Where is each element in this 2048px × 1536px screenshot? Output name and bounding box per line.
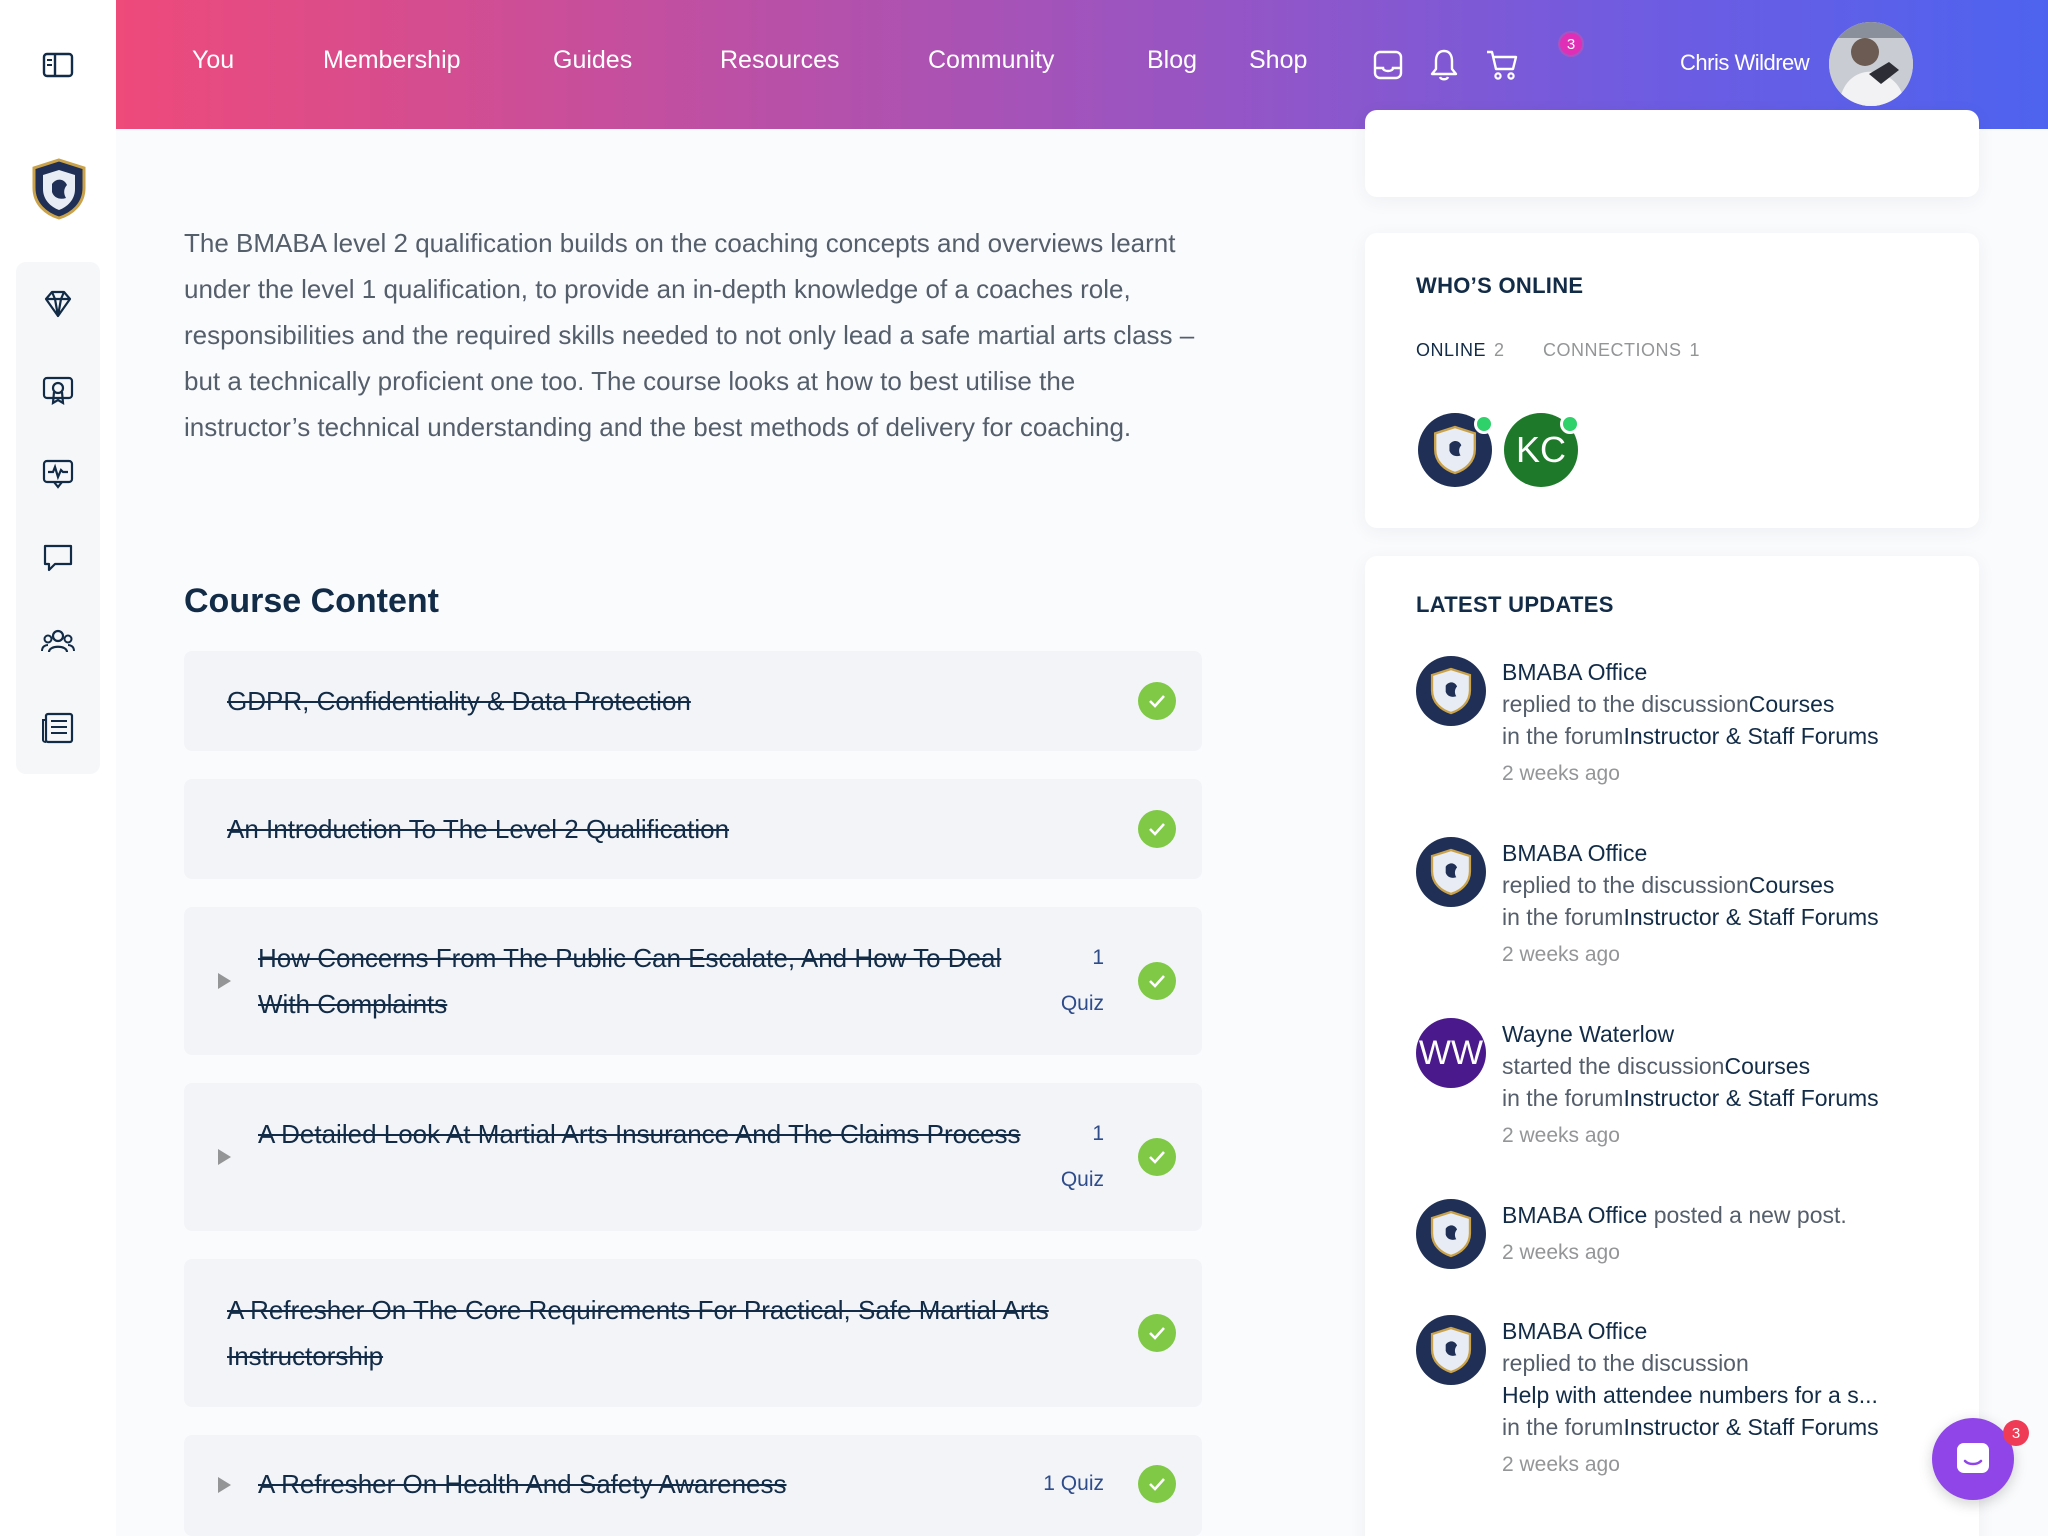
activity-forum-prefix: in the forum	[1502, 904, 1624, 930]
member-avatar[interactable]	[1416, 837, 1486, 907]
activity-author[interactable]: BMABA Office	[1502, 1202, 1647, 1228]
activity-action: replied to the discussion	[1502, 872, 1749, 898]
activity-timestamp: 2 weeks ago	[1502, 943, 1620, 966]
activity-author[interactable]: BMABA Office	[1502, 1318, 1647, 1344]
member-avatar[interactable]: WW	[1416, 1018, 1486, 1088]
course-content-heading: Course Content	[184, 582, 439, 620]
expand-arrow-icon[interactable]	[218, 1149, 231, 1165]
online-status-dot	[1560, 414, 1580, 434]
activity-target-link[interactable]: Help with attendee numbers for a s...	[1502, 1382, 1878, 1408]
activity-action: posted a new post.	[1647, 1202, 1847, 1228]
activity-action: replied to the discussion	[1502, 1350, 1749, 1376]
activity-action: replied to the discussion	[1502, 691, 1749, 717]
completed-check-icon	[1138, 810, 1176, 848]
tab-connections-count: 1	[1689, 340, 1701, 360]
activity-author[interactable]: BMABA Office	[1502, 659, 1647, 685]
activity-forum-link[interactable]: Instructor & Staff Forums	[1623, 1414, 1878, 1440]
expand-arrow-icon[interactable]	[218, 1477, 231, 1493]
activity-timestamp: 2 weeks ago	[1502, 1453, 1620, 1476]
completed-check-icon	[1138, 682, 1176, 720]
lesson-title[interactable]: How Concerns From The Public Can Escalat…	[258, 935, 1038, 1027]
course-certificate-icon[interactable]	[16, 348, 100, 432]
nav-you[interactable]: You	[192, 46, 234, 75]
lesson-item[interactable]: GDPR, Confidentiality & Data Protection	[184, 651, 1202, 751]
nav-resources[interactable]: Resources	[720, 46, 840, 75]
left-rail	[0, 0, 116, 1536]
activity-forum-link[interactable]: Instructor & Staff Forums	[1623, 904, 1878, 930]
members-group-icon[interactable]	[16, 600, 100, 684]
quiz-count: 1	[1092, 946, 1104, 969]
activity-author[interactable]: Wayne Waterlow	[1502, 1021, 1674, 1047]
lesson-title[interactable]: A Detailed Look At Martial Arts Insuranc…	[258, 1111, 1038, 1157]
online-status-dot	[1474, 414, 1494, 434]
expand-arrow-icon[interactable]	[218, 973, 231, 989]
club-crest-logo[interactable]	[30, 158, 88, 220]
activity-forum-prefix: in the forum	[1502, 1085, 1624, 1111]
activity-target-link[interactable]: Courses	[1749, 691, 1835, 717]
chat-launcher-button[interactable]	[1932, 1418, 2014, 1500]
nav-shop[interactable]: Shop	[1249, 46, 1307, 75]
gem-icon[interactable]	[16, 262, 100, 346]
member-avatar[interactable]	[1416, 1199, 1486, 1269]
completed-check-icon	[1138, 1465, 1176, 1503]
activity-forum-prefix: in the forum	[1502, 723, 1624, 749]
nav-blog[interactable]: Blog	[1147, 46, 1197, 75]
rail-menu	[16, 262, 100, 774]
quiz-label: Quiz	[1060, 1168, 1104, 1191]
chat-unread-badge: 3	[2003, 1420, 2029, 1446]
quiz-count: 1	[1092, 1122, 1104, 1145]
activity-target-link[interactable]: Courses	[1724, 1053, 1810, 1079]
lesson-item[interactable]: A Detailed Look At Martial Arts Insuranc…	[184, 1083, 1202, 1231]
activity-timestamp: 2 weeks ago	[1502, 762, 1620, 785]
news-page-icon[interactable]	[16, 686, 100, 770]
forum-chat-icon[interactable]	[16, 516, 100, 600]
cart-icon[interactable]	[1484, 46, 1520, 84]
tab-connections-label: CONNECTIONS	[1543, 340, 1682, 360]
latest-updates-title: LATEST UPDATES	[1416, 592, 1614, 617]
nav-membership[interactable]: Membership	[323, 46, 461, 75]
lesson-title[interactable]: GDPR, Confidentiality & Data Protection	[227, 678, 1107, 724]
completed-check-icon	[1138, 962, 1176, 1000]
activity-forum-link[interactable]: Instructor & Staff Forums	[1623, 723, 1878, 749]
chat-bubble-icon	[1957, 1443, 1989, 1473]
course-description: The BMABA level 2 qualification builds o…	[184, 228, 1195, 442]
lesson-title[interactable]: A Refresher On The Core Requirements For…	[227, 1287, 1107, 1379]
activity-timestamp: 2 weeks ago	[1502, 1241, 1620, 1264]
completed-check-icon	[1138, 1138, 1176, 1176]
notification-count-badge: 3	[1558, 31, 1584, 57]
tab-connections[interactable]: CONNECTIONS 1	[1543, 340, 1700, 361]
inbox-icon[interactable]	[1370, 46, 1406, 84]
bell-icon[interactable]	[1426, 46, 1462, 84]
lesson-item[interactable]: How Concerns From The Public Can Escalat…	[184, 907, 1202, 1055]
widget-top-fragment	[1365, 110, 1979, 197]
activity-author[interactable]: BMABA Office	[1502, 840, 1647, 866]
nav-community[interactable]: Community	[928, 46, 1054, 75]
latest-updates-widget: LATEST UPDATES BMABA Office replied to t…	[1365, 556, 1979, 1536]
activity-forum-link[interactable]: Instructor & Staff Forums	[1623, 1085, 1878, 1111]
member-avatar[interactable]	[1416, 656, 1486, 726]
sidebar-toggle-icon[interactable]	[40, 50, 76, 80]
completed-check-icon	[1138, 1314, 1176, 1352]
lesson-title[interactable]: A Refresher On Health And Safety Awarene…	[258, 1461, 1018, 1507]
tab-online-label: ONLINE	[1416, 340, 1487, 360]
nav-guides[interactable]: Guides	[553, 46, 632, 75]
whos-online-widget: WHO’S ONLINE ONLINE 2 CONNECTIONS 1 KC	[1365, 233, 1979, 528]
activity-forum-prefix: in the forum	[1502, 1414, 1624, 1440]
activity-target-link[interactable]: Courses	[1749, 872, 1835, 898]
quiz-label: Quiz	[1060, 992, 1104, 1015]
lesson-item[interactable]: An Introduction To The Level 2 Qualifica…	[184, 779, 1202, 879]
user-avatar[interactable]	[1829, 22, 1913, 106]
activity-action: started the discussion	[1502, 1053, 1725, 1079]
member-avatar[interactable]	[1416, 1315, 1486, 1385]
tab-online[interactable]: ONLINE 2	[1416, 340, 1505, 361]
lesson-title[interactable]: An Introduction To The Level 2 Qualifica…	[227, 806, 1107, 852]
user-name[interactable]: Chris Wildrew	[1680, 50, 1810, 76]
lesson-item[interactable]: A Refresher On Health And Safety Awarene…	[184, 1435, 1202, 1536]
whos-online-title: WHO’S ONLINE	[1416, 273, 1584, 298]
tab-online-count: 2	[1494, 340, 1505, 360]
quiz-label: 1 Quiz	[1043, 1472, 1104, 1495]
lesson-item[interactable]: A Refresher On The Core Requirements For…	[184, 1259, 1202, 1407]
activity-timestamp: 2 weeks ago	[1502, 1124, 1620, 1147]
activity-monitor-icon[interactable]	[16, 432, 100, 516]
